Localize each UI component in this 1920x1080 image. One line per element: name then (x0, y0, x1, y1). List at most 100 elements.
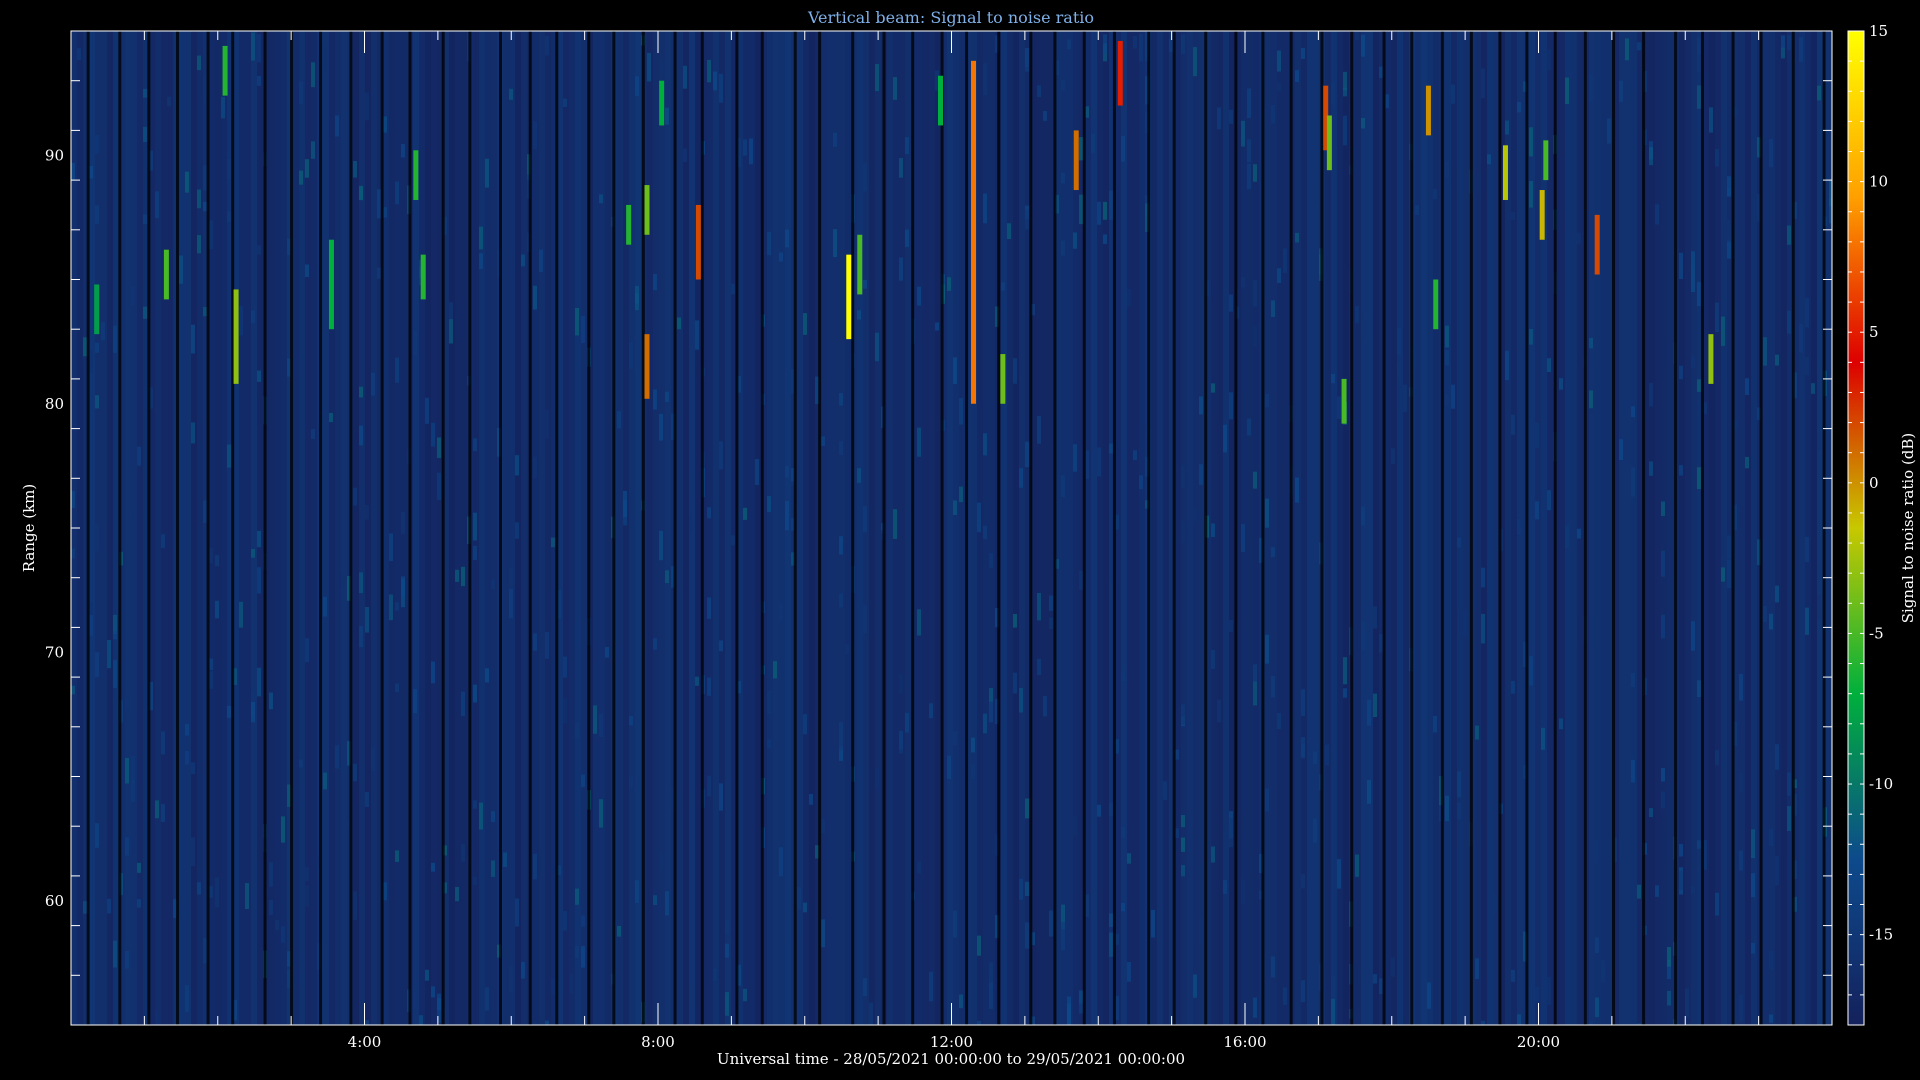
data-gap (468, 31, 472, 1025)
noise-speck (947, 494, 951, 518)
noise-speck (1301, 874, 1305, 889)
noise-speck (1247, 418, 1251, 436)
noise-speck (371, 372, 375, 396)
noise-speck (1277, 268, 1281, 284)
noise-speck (305, 884, 309, 907)
noise-column (917, 31, 923, 1025)
noise-column (101, 31, 107, 1025)
colorbar-tick-label: -15 (1869, 926, 1893, 944)
noise-speck (1061, 475, 1065, 498)
data-gap (851, 31, 855, 1025)
noise-speck (1355, 31, 1359, 40)
noise-speck (1637, 884, 1641, 899)
noise-speck (665, 107, 669, 125)
data-gap (1791, 31, 1795, 1025)
noise-speck (1265, 498, 1269, 528)
noise-speck (1709, 107, 1713, 133)
echo-streak (846, 254, 852, 340)
noise-speck (773, 661, 777, 679)
noise-speck (1007, 223, 1011, 240)
noise-speck (1271, 547, 1275, 557)
noise-speck (1685, 988, 1689, 1018)
noise-speck (1739, 994, 1743, 1022)
data-gap (319, 31, 323, 1025)
noise-speck (215, 555, 219, 567)
noise-speck (845, 644, 849, 654)
noise-speck (1295, 70, 1299, 83)
noise-speck (365, 792, 369, 808)
noise-speck (1715, 149, 1719, 167)
noise-speck (635, 880, 639, 903)
noise-speck (179, 255, 183, 284)
noise-speck (1481, 1020, 1485, 1025)
noise-speck (971, 763, 975, 779)
noise-speck (413, 689, 417, 714)
noise-speck (1547, 358, 1551, 373)
noise-speck (989, 553, 993, 568)
noise-speck (1655, 885, 1659, 897)
noise-speck (1331, 82, 1335, 105)
noise-speck (863, 978, 867, 997)
noise-speck (1163, 781, 1167, 800)
noise-speck (95, 135, 99, 154)
noise-speck (1283, 248, 1287, 273)
noise-speck (281, 926, 285, 943)
noise-speck (167, 96, 171, 107)
noise-column (329, 31, 335, 1025)
noise-column (581, 31, 587, 1025)
noise-speck (203, 165, 207, 191)
data-gap (176, 31, 180, 1025)
noise-speck (1481, 567, 1485, 588)
noise-speck (203, 201, 207, 212)
noise-speck (1247, 88, 1251, 118)
noise-speck (503, 852, 507, 867)
noise-speck (1313, 188, 1317, 202)
noise-speck (1277, 713, 1281, 730)
noise-column (827, 31, 833, 1025)
noise-speck (1109, 802, 1113, 817)
noise-speck (1253, 681, 1257, 706)
data-gap (231, 31, 235, 1025)
noise-speck (1631, 759, 1635, 783)
noise-speck (755, 458, 759, 486)
noise-speck (1295, 477, 1299, 503)
noise-column (947, 31, 953, 1025)
noise-speck (1445, 394, 1449, 407)
noise-speck (1817, 85, 1821, 101)
noise-column (197, 31, 203, 1025)
noise-speck (1667, 990, 1671, 1006)
noise-speck (359, 386, 363, 398)
noise-speck (1313, 818, 1317, 843)
noise-column (125, 31, 131, 1025)
noise-column (563, 31, 569, 1025)
noise-column (1325, 31, 1331, 1025)
noise-column (1781, 31, 1787, 1025)
noise-speck (905, 712, 909, 733)
noise-speck (1625, 400, 1629, 414)
noise-speck (161, 731, 165, 755)
data-gap (735, 31, 739, 1025)
noise-speck (401, 576, 405, 597)
noise-column (1463, 31, 1469, 1025)
data-gap (380, 31, 384, 1025)
noise-column (1157, 31, 1163, 1025)
noise-speck (821, 436, 825, 446)
y-tick-label: 70 (45, 643, 64, 661)
noise-speck (743, 139, 747, 156)
noise-column (1529, 31, 1535, 1025)
echo-streak (626, 204, 632, 245)
noise-column (1433, 31, 1439, 1025)
noise-speck (335, 115, 339, 137)
noise-speck (581, 946, 585, 968)
noise-speck (203, 306, 207, 317)
noise-speck (1445, 160, 1449, 179)
data-gap (528, 31, 532, 1025)
noise-speck (197, 55, 201, 71)
x-tick-label: 12:00 (930, 1033, 973, 1051)
noise-speck (1211, 846, 1215, 863)
noise-speck (653, 895, 657, 905)
noise-column (1271, 31, 1277, 1025)
noise-speck (353, 161, 357, 178)
noise-speck (917, 427, 921, 457)
noise-speck (215, 877, 219, 908)
